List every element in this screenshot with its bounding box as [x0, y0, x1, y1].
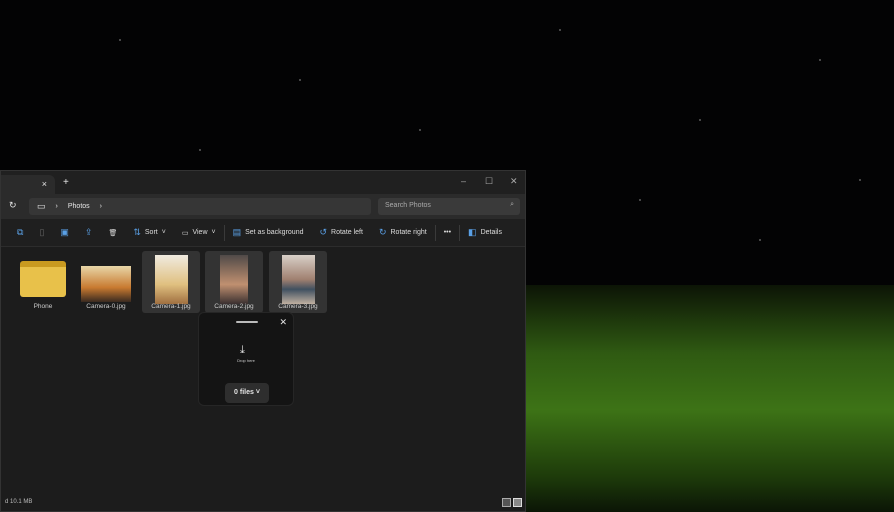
sort-label: Sort [144, 229, 158, 236]
view-label: View [192, 229, 208, 236]
share-icon[interactable]: ⇪ [77, 227, 101, 238]
close-button[interactable]: ✕ [510, 176, 518, 187]
folder-phone[interactable]: Phone [14, 251, 72, 313]
minimize-button[interactable]: – [461, 176, 466, 186]
search-input[interactable]: Search Photos ⌕ [378, 198, 520, 215]
tab-photos[interactable]: × [1, 175, 55, 194]
set-background-button[interactable]: ▤ Set as background [225, 227, 312, 238]
rotate-left-label: Rotate left [331, 229, 363, 236]
paste-icon[interactable]: ▯ [31, 227, 52, 238]
status-text: d 10.1 MB [5, 499, 33, 505]
item-label: Phone [33, 303, 53, 310]
image-thumbnail [220, 255, 248, 304]
breadcrumb-sep: › [99, 203, 102, 210]
desktop-wallpaper-field [526, 285, 894, 512]
breadcrumb[interactable]: ▭ › Photos › [29, 198, 371, 215]
image-thumbnail [81, 266, 131, 302]
breadcrumb-sep: › [55, 203, 58, 210]
details-button[interactable]: ◧ Details [460, 227, 510, 238]
image-thumbnail [281, 255, 315, 304]
folder-icon [20, 261, 66, 297]
command-bar: ⧉ ▯ ▣ ⇪ 🗑 ⇅ Sort ˅ ▭ View ˅ ▤ Set as backgrou… [1, 219, 525, 247]
drop-close-icon[interactable]: ✕ [279, 317, 287, 328]
more-button[interactable]: ••• [436, 229, 459, 236]
file-camera-3[interactable]: Camera-3.jpg [269, 251, 327, 313]
maximize-button[interactable]: ☐ [485, 176, 493, 187]
file-camera-0[interactable]: Camera-0.jpg [77, 251, 135, 313]
rotate-left-button[interactable]: ↺ Rotate left [311, 227, 370, 238]
drop-tray-panel: ✕ ⤓ Drop here 0 files ˅ [198, 312, 294, 406]
details-view-button[interactable] [502, 498, 511, 507]
files-count: 0 files [234, 389, 254, 396]
new-tab-button[interactable]: + [63, 177, 69, 188]
item-label: Camera-0.jpg [86, 303, 126, 310]
item-label: Camera-2.jpg [214, 303, 254, 310]
computer-icon: ▭ [37, 201, 46, 211]
search-icon: ⌕ [510, 201, 514, 208]
item-label: Camera-3.jpg [278, 303, 318, 310]
delete-icon[interactable]: 🗑 [100, 229, 125, 237]
tab-close-icon[interactable]: × [42, 179, 47, 189]
file-camera-1[interactable]: Camera-1.jpg [142, 251, 200, 313]
drag-handle[interactable] [236, 321, 258, 323]
refresh-button[interactable]: ↻ [9, 200, 17, 211]
file-camera-2[interactable]: Camera-2.jpg [205, 251, 263, 313]
rotate-right-label: Rotate right [390, 229, 427, 236]
rotate-right-button[interactable]: ↻ Rotate right [371, 227, 435, 238]
image-thumbnail [154, 255, 188, 304]
item-label: Camera-1.jpg [151, 303, 191, 310]
breadcrumb-photos[interactable]: Photos [68, 203, 90, 210]
details-label: Details [480, 229, 502, 236]
files-dropdown[interactable]: 0 files ˅ [225, 383, 269, 403]
tiles-view-button[interactable] [513, 498, 522, 507]
download-icon: ⤓ [240, 344, 245, 356]
address-row: ↻ ▭ › Photos › Search Photos ⌕ [1, 194, 525, 219]
search-placeholder: Search Photos [385, 202, 431, 209]
sort-button[interactable]: ⇅ Sort ˅ [125, 227, 173, 238]
drop-here-text: Drop here [237, 358, 255, 363]
status-bar: d 10.1 MB [1, 494, 525, 511]
set-background-label: Set as background [245, 229, 304, 236]
view-button[interactable]: ▭ View ˅ [174, 229, 224, 237]
copy-icon[interactable]: ⧉ [9, 227, 31, 238]
rename-icon[interactable]: ▣ [52, 227, 77, 238]
title-bar: × + – ☐ ✕ [1, 171, 525, 194]
